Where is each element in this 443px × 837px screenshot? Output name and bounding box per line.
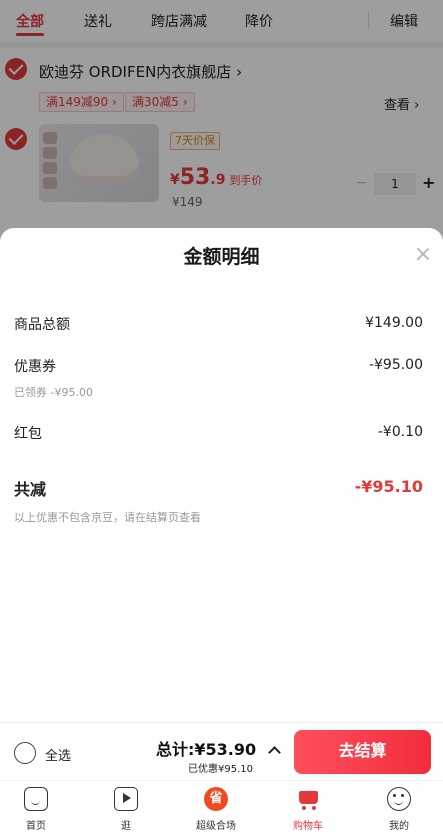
- chevron-up-icon[interactable]: [268, 746, 281, 759]
- tab-label: 购物车: [293, 821, 323, 832]
- amount-detail-sheet: 金额明细 商品总额 ¥149.00 优惠券 -¥95.00 已领券 -¥95.0…: [0, 228, 443, 722]
- select-all-label[interactable]: 全选: [45, 745, 71, 764]
- tab-cart[interactable]: 购物车: [278, 787, 338, 832]
- total-discount-label: 共减: [14, 480, 47, 499]
- cart-page-background: 全部 送礼 跨店满减 降价 编辑 欧迪芬 ORDIFEN内衣旗舰店 › 满149…: [0, 0, 443, 240]
- coupon-label: 优惠券: [14, 359, 56, 375]
- checkout-bar: 全选 总计:¥53.90 已优惠¥95.10 去结算: [0, 722, 443, 780]
- tab-browse[interactable]: 逛: [96, 787, 156, 832]
- tab-label: 逛: [121, 821, 131, 832]
- coupon-sub-text: 已领券 -¥95.00: [14, 386, 93, 399]
- tab-label: 超级合场: [196, 821, 236, 832]
- tab-label: 我的: [389, 821, 409, 832]
- red-packet-label: 红包: [14, 426, 42, 442]
- discount-summary: 已优惠¥95.10: [188, 764, 253, 775]
- total-discount-value: -¥95.10: [354, 477, 423, 496]
- tab-home[interactable]: 首页: [6, 787, 66, 832]
- close-icon[interactable]: [415, 246, 431, 262]
- tab-super-venue[interactable]: 省 超级合场: [186, 787, 246, 832]
- bottom-tab-bar: 首页 逛 省 超级合场 购物车 我的: [0, 780, 443, 837]
- discount-note: 以上优惠不包含京豆，请在结算页查看: [14, 511, 201, 524]
- checkout-button[interactable]: 去结算: [294, 730, 431, 774]
- goods-total-value: ¥149.00: [365, 315, 423, 331]
- modal-overlay[interactable]: [0, 0, 443, 240]
- select-all-radio[interactable]: [14, 742, 36, 764]
- sheet-title: 金额明细: [183, 246, 260, 268]
- profile-icon: [387, 787, 411, 811]
- super-venue-icon: 省: [204, 787, 228, 811]
- video-icon: [114, 787, 138, 811]
- total-price: 总计:¥53.90: [156, 740, 257, 759]
- tab-profile[interactable]: 我的: [369, 787, 429, 832]
- coupon-value: -¥95.00: [368, 357, 423, 373]
- home-icon: [24, 787, 48, 811]
- tab-label: 首页: [26, 821, 46, 832]
- red-packet-value: -¥0.10: [377, 424, 423, 440]
- goods-total-label: 商品总额: [14, 317, 70, 333]
- cart-icon: [296, 787, 320, 811]
